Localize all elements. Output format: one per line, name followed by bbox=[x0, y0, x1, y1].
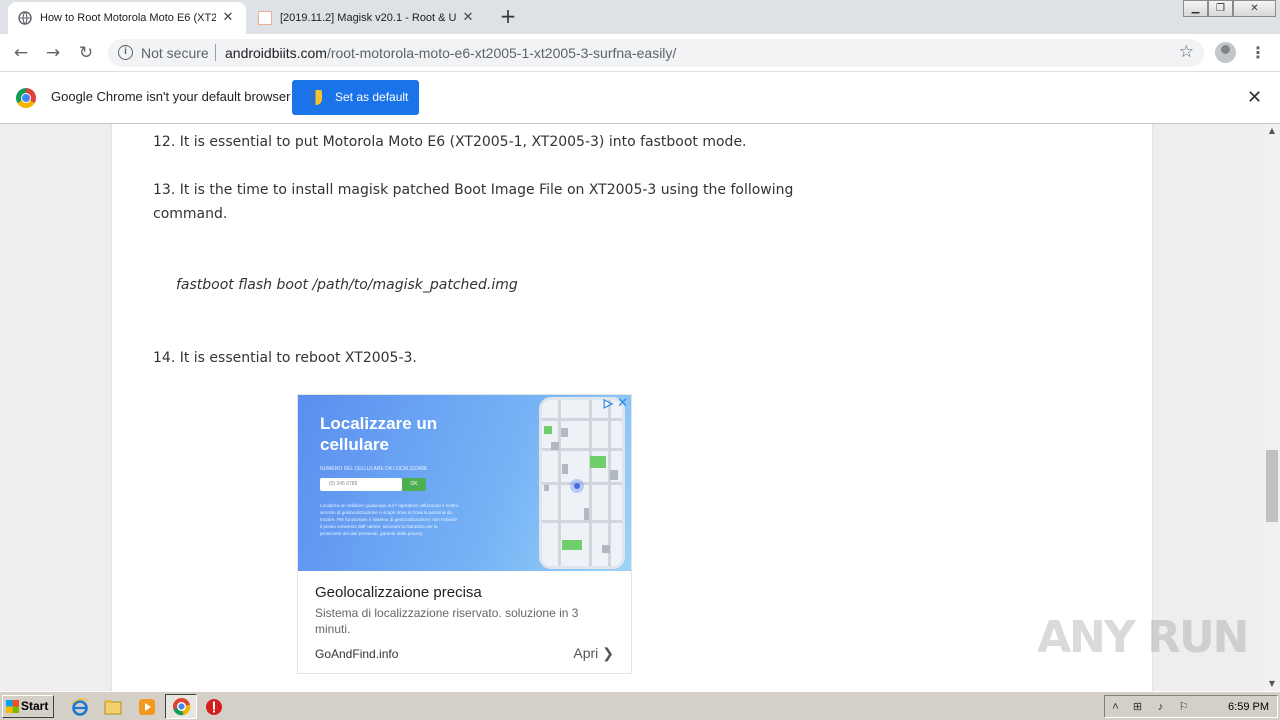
scroll-up-arrow-icon[interactable]: ▲ bbox=[1264, 124, 1280, 138]
media-player-icon[interactable] bbox=[137, 697, 157, 717]
chevron-right-icon: ❯ bbox=[602, 645, 614, 661]
site-favicon-icon bbox=[258, 11, 272, 25]
ad-open-label: Apri bbox=[573, 645, 599, 661]
scroll-thumb[interactable] bbox=[1266, 450, 1278, 522]
step-12-text: 12. It is essential to put Motorola Moto… bbox=[153, 134, 747, 150]
tab-how-to-root[interactable]: How to Root Motorola Moto E6 (XT2005-1 ✕ bbox=[8, 2, 246, 34]
tab-magisk[interactable]: [2019.11.2] Magisk v20.1 - Root & Univ ✕ bbox=[248, 2, 486, 34]
ad-banner-label: NUMERO DEL CELLULARE DA LOCALIZZARE bbox=[320, 466, 428, 472]
article-body: 12. It is essential to put Motorola Moto… bbox=[111, 124, 1153, 691]
url-path: /root-motorola-moto-e6-xt2005-1-xt2005-3… bbox=[326, 45, 677, 61]
bookmark-star-icon[interactable]: ☆ bbox=[1179, 42, 1194, 62]
network-icon[interactable]: ⊞ bbox=[1131, 701, 1144, 714]
start-button[interactable]: Start bbox=[2, 695, 54, 718]
ad-banner-ok-button: OK bbox=[402, 478, 426, 491]
ad-banner-headline: Localizzare un cellulare bbox=[320, 414, 438, 454]
profile-avatar-icon[interactable] bbox=[1215, 42, 1236, 63]
windows-taskbar: Start ˄ ⊞ ♪ ⚐ 6:59 PM bbox=[0, 691, 1280, 720]
infobar-message: Google Chrome isn't your default browser bbox=[51, 89, 291, 104]
adchoices-icon[interactable]: ▷ bbox=[604, 396, 613, 410]
set-as-default-button[interactable]: Set as default bbox=[292, 80, 419, 115]
taskbar-chrome-button[interactable] bbox=[165, 694, 197, 719]
set-as-default-label: Set as default bbox=[335, 90, 409, 104]
start-label: Start bbox=[21, 699, 49, 713]
url-host: androidbiits.com bbox=[225, 45, 327, 61]
address-bar[interactable]: i Not secure androidbiits.com/root-motor… bbox=[108, 39, 1204, 67]
internet-explorer-icon[interactable] bbox=[70, 697, 90, 717]
file-explorer-icon[interactable] bbox=[103, 697, 123, 717]
volume-icon[interactable]: ♪ bbox=[1154, 701, 1167, 714]
tab-title: [2019.11.2] Magisk v20.1 - Root & Univ bbox=[280, 12, 456, 24]
globe-icon bbox=[18, 11, 32, 25]
default-browser-infobar: Google Chrome isn't your default browser… bbox=[0, 72, 1280, 124]
phone-map-illustration bbox=[539, 397, 625, 569]
action-center-flag-icon[interactable]: ⚐ bbox=[1177, 701, 1190, 714]
new-tab-button[interactable]: + bbox=[497, 6, 519, 28]
ad-domain[interactable]: GoAndFind.info bbox=[315, 647, 398, 661]
ad-open-button[interactable]: Apri ❯ bbox=[573, 645, 614, 662]
tab-title: How to Root Motorola Moto E6 (XT2005-1 bbox=[40, 12, 216, 24]
reload-icon[interactable]: ↻ bbox=[73, 40, 99, 66]
fastboot-command: fastboot flash boot /path/to/magisk_patc… bbox=[176, 277, 518, 293]
restore-button[interactable]: ❐ bbox=[1208, 0, 1233, 17]
clock[interactable]: 6:59 PM bbox=[1228, 701, 1269, 713]
chrome-logo-icon bbox=[16, 88, 36, 108]
page-scrollbar[interactable]: ▲ ▼ bbox=[1264, 124, 1280, 691]
ad-banner-input: (0) 345 6789 bbox=[320, 478, 402, 491]
uac-shield-icon bbox=[309, 90, 322, 105]
step-13-text: 13. It is the time to install magisk pat… bbox=[153, 182, 794, 198]
url-text[interactable]: androidbiits.com/root-motorola-moto-e6-x… bbox=[225, 45, 676, 61]
anyrun-watermark: ANY RUN bbox=[1037, 612, 1249, 663]
divider bbox=[215, 44, 216, 61]
step-13-text-cont: command. bbox=[153, 206, 228, 222]
close-tab-icon[interactable]: ✕ bbox=[220, 10, 236, 26]
ad-close-icon[interactable]: ✕ bbox=[617, 395, 628, 411]
tray-expand-icon[interactable]: ˄ bbox=[1109, 701, 1122, 714]
browser-toolbar: ← → ↻ i Not secure androidbiits.com/root… bbox=[0, 34, 1280, 72]
ad-banner-fine-print: Localizza un cellulare qualunque sul l' … bbox=[320, 503, 459, 536]
tab-strip: How to Root Motorola Moto E6 (XT2005-1 ✕… bbox=[0, 0, 1280, 34]
ad-unit[interactable]: Localizzare un cellulare NUMERO DEL CELL… bbox=[297, 394, 632, 674]
chrome-icon bbox=[172, 697, 191, 716]
windows-logo-icon bbox=[6, 700, 19, 713]
system-tray: ˄ ⊞ ♪ ⚐ 6:59 PM bbox=[1104, 695, 1278, 718]
window-close-button[interactable]: ✕ bbox=[1233, 0, 1276, 17]
ad-description: Sistema di localizzazione riservato. sol… bbox=[315, 606, 579, 636]
info-icon[interactable]: i bbox=[118, 45, 133, 60]
more-menu-icon[interactable]: ⋮ bbox=[1250, 40, 1266, 66]
minimize-button[interactable]: ▁ bbox=[1183, 0, 1208, 17]
ad-banner-image[interactable]: Localizzare un cellulare NUMERO DEL CELL… bbox=[298, 395, 631, 571]
ad-title[interactable]: Geolocalizzaione precisa bbox=[315, 584, 482, 601]
security-label[interactable]: Not secure bbox=[141, 45, 209, 61]
back-icon[interactable]: ← bbox=[8, 40, 34, 66]
page-viewport: 12. It is essential to put Motorola Moto… bbox=[0, 124, 1264, 691]
close-infobar-icon[interactable]: ✕ bbox=[1247, 87, 1262, 108]
security-alert-icon[interactable] bbox=[204, 697, 224, 717]
close-tab-icon[interactable]: ✕ bbox=[460, 10, 476, 26]
scroll-down-arrow-icon[interactable]: ▼ bbox=[1264, 677, 1280, 691]
forward-icon[interactable]: → bbox=[40, 40, 66, 66]
step-14-text: 14. It is essential to reboot XT2005-3. bbox=[153, 350, 417, 366]
